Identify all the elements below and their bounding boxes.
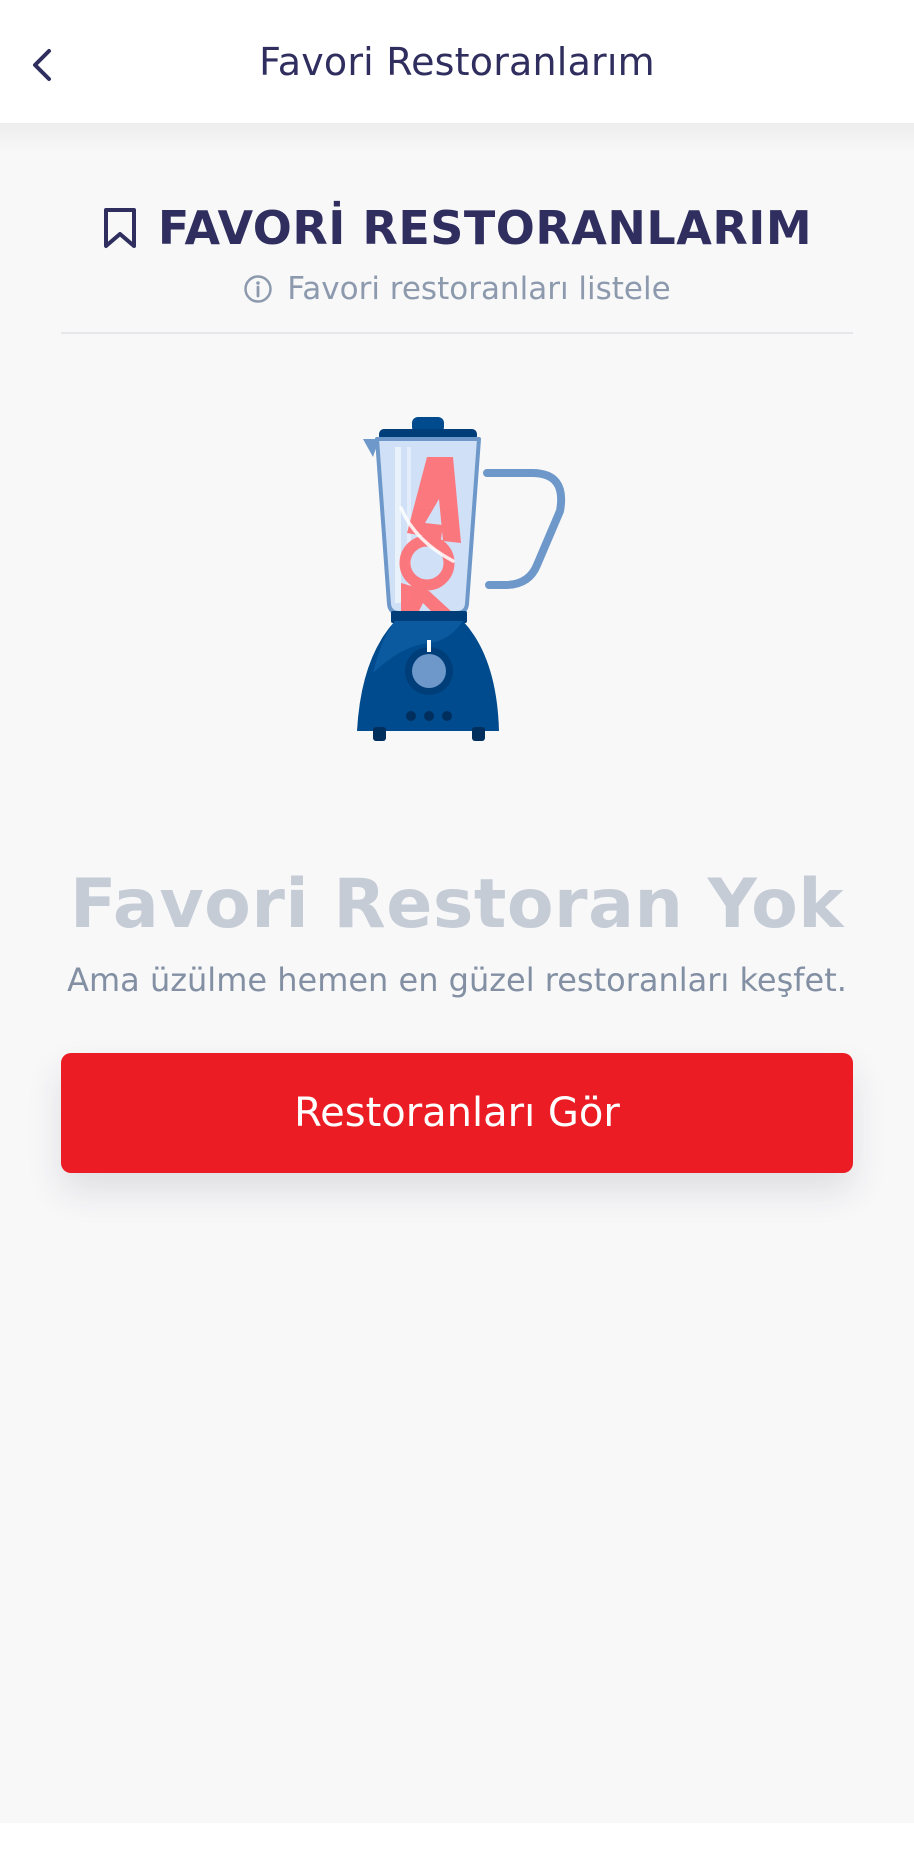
view-restaurants-button[interactable]: Restoranları Gör <box>61 1053 853 1173</box>
section-subtitle-row: Favori restoranları listele <box>61 267 853 311</box>
section-header: FAVORİ RESTORANLARIM Favori restoranları… <box>61 193 853 334</box>
content-area: FAVORİ RESTORANLARIM Favori restoranları… <box>0 123 914 1823</box>
section-subtitle: Favori restoranları listele <box>287 271 671 307</box>
page-title: Favori Restoranlarım <box>259 40 655 84</box>
blender-illustration <box>357 417 566 741</box>
section-title: FAVORİ RESTORANLARIM <box>157 201 813 255</box>
info-icon <box>244 275 273 303</box>
bookmark-icon <box>103 208 136 248</box>
empty-state-title: Favori Restoran Yok <box>69 865 845 944</box>
app-screen: Favori Restoranlarım FAVORİ RESTORANLARI… <box>0 0 914 1856</box>
section-title-row: FAVORİ RESTORANLARIM <box>61 193 853 263</box>
bottom-safe-area <box>0 1823 914 1856</box>
top-app-bar: Favori Restoranlarım <box>0 0 914 123</box>
empty-state-description: Ama üzülme hemen en güzel restoranları k… <box>67 961 847 999</box>
